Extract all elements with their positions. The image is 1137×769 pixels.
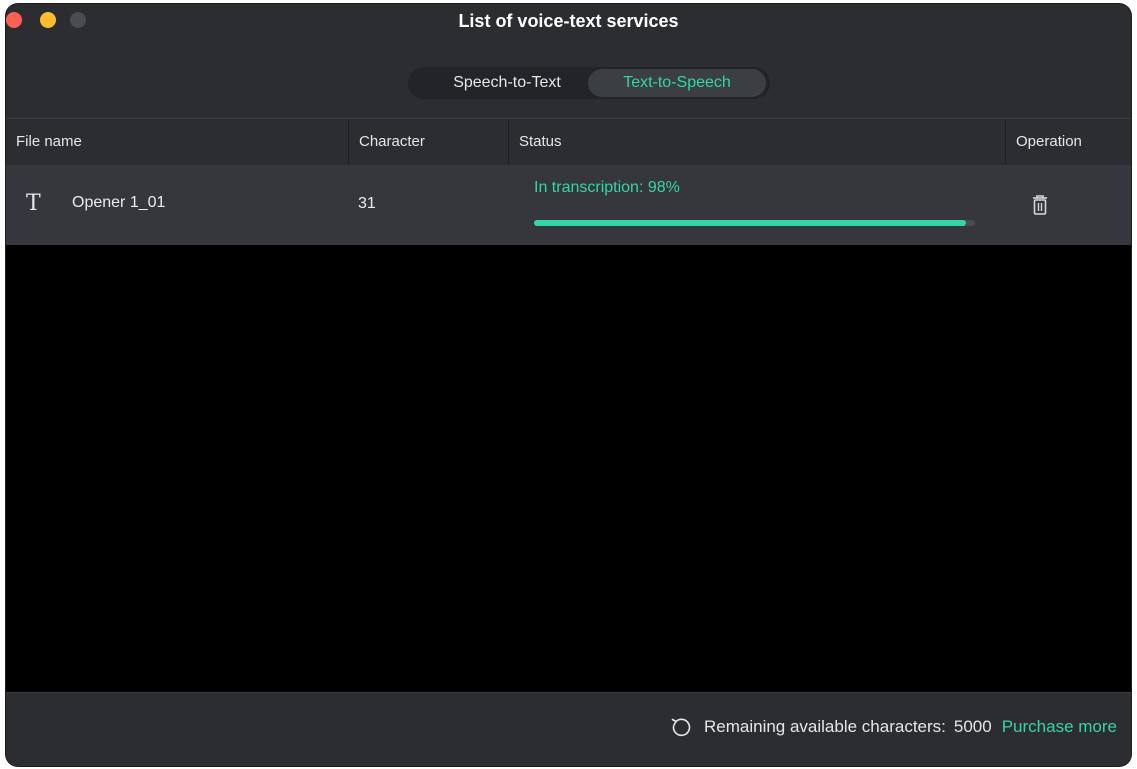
refresh-icon[interactable] bbox=[670, 716, 692, 738]
progress-bar bbox=[534, 220, 975, 226]
column-separator bbox=[348, 119, 349, 165]
footer-bar: Remaining available characters: 5000 Pur… bbox=[6, 693, 1131, 766]
column-separator bbox=[1005, 119, 1006, 165]
column-separator bbox=[508, 119, 509, 165]
title-bar: List of voice-text services bbox=[6, 4, 1131, 42]
purchase-more-link[interactable]: Purchase more bbox=[1002, 717, 1117, 737]
column-header-operation: Operation bbox=[1016, 133, 1082, 150]
column-header-status: Status bbox=[519, 133, 562, 150]
column-header-character: Character bbox=[359, 133, 425, 150]
table-row[interactable]: T Opener 1_01 31 In transcription: 98% bbox=[6, 165, 1131, 245]
remaining-characters-label: Remaining available characters: bbox=[703, 717, 946, 736]
column-header-file-name: File name bbox=[16, 133, 82, 150]
character-count-cell: 31 bbox=[358, 195, 376, 212]
file-name-cell: Opener 1_01 bbox=[72, 194, 166, 211]
status-text: In transcription: 98% bbox=[534, 179, 680, 196]
mode-tabs: Speech-to-Text Text-to-Speech bbox=[408, 67, 770, 99]
tab-speech-to-text[interactable]: Speech-to-Text bbox=[422, 69, 592, 97]
tab-text-to-speech[interactable]: Text-to-Speech bbox=[588, 69, 766, 97]
text-type-icon: T bbox=[26, 191, 41, 216]
empty-list-area bbox=[6, 245, 1131, 692]
window-title: List of voice-text services bbox=[458, 11, 679, 31]
progress-bar-fill bbox=[534, 220, 967, 226]
voice-text-services-window: List of voice-text services Speech-to-Te… bbox=[6, 4, 1131, 766]
remaining-characters-info: Remaining available characters: 5000 Pur… bbox=[670, 716, 1117, 738]
remaining-characters-value: 5000 bbox=[953, 717, 992, 736]
table-header: File name Character Status Operation bbox=[6, 119, 1131, 165]
trash-icon[interactable] bbox=[1030, 194, 1050, 216]
